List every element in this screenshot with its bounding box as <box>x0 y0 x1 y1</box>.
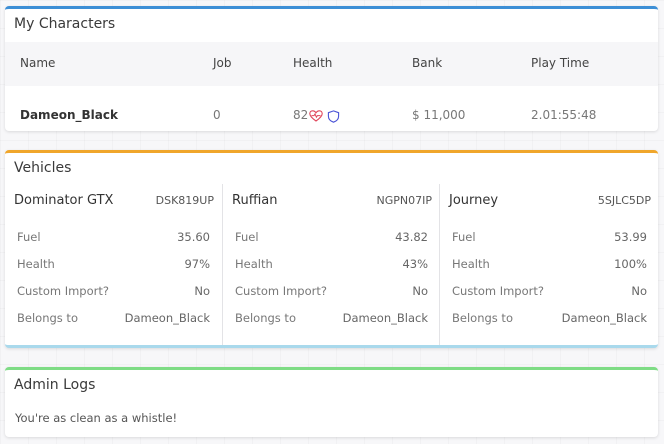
vehicle-plate: DSK819UP <box>155 194 214 207</box>
vehicle-custom-import-row: Custom Import? No <box>452 284 647 300</box>
vehicle-field-label: Belongs to <box>235 311 296 325</box>
column-header-play-time[interactable]: Play Time <box>531 56 589 70</box>
table-row[interactable]: Dameon_Black 0 82 $ 11,000 2.01:55:48 <box>5 86 658 131</box>
vehicles-title: Vehicles <box>14 160 72 176</box>
vehicle-field-value: No <box>194 284 210 298</box>
vehicle-owner-row: Belongs to Dameon_Black <box>235 311 428 327</box>
vehicle-field-value: No <box>631 284 647 298</box>
character-health-value: 82 <box>293 108 309 122</box>
vehicle-name: Ruffian <box>232 193 278 208</box>
vehicle-health-row: Health 43% <box>235 257 428 273</box>
vehicle-field-value: 43.82 <box>395 230 428 244</box>
admin-logs-card: Admin Logs You're as clean as a whistle! <box>5 367 658 437</box>
vehicle-plate: 5SJLC5DP <box>597 194 651 207</box>
vehicle-card: Dominator GTX DSK819UP Fuel 35.60 Health… <box>5 184 222 345</box>
vehicle-header: Ruffian NGPN07IP <box>232 193 432 213</box>
vehicle-card: Journey 5SJLC5DP Fuel 53.99 Health 100% … <box>439 184 658 345</box>
character-play-time: 2.01:55:48 <box>531 108 597 122</box>
column-header-bank[interactable]: Bank <box>412 56 442 70</box>
character-job: 0 <box>213 108 221 122</box>
vehicle-header: Dominator GTX DSK819UP <box>14 193 214 213</box>
character-bank: $ 11,000 <box>412 108 466 122</box>
vehicle-field-label: Custom Import? <box>452 284 544 298</box>
vehicle-field-label: Custom Import? <box>235 284 327 298</box>
vehicle-owner-row: Belongs to Dameon_Black <box>452 311 647 327</box>
vehicle-health-row: Health 97% <box>17 257 210 273</box>
vehicle-owner-row: Belongs to Dameon_Black <box>17 311 210 327</box>
admin-logs-message: You're as clean as a whistle! <box>15 411 178 425</box>
vehicle-field-value: 100% <box>614 257 647 271</box>
vehicle-field-value: 53.99 <box>614 230 647 244</box>
characters-card: My Characters Name Job Health Bank Play … <box>5 6 658 131</box>
vehicle-plate: NGPN07IP <box>376 194 433 207</box>
vehicle-list: Dominator GTX DSK819UP Fuel 35.60 Health… <box>5 184 658 345</box>
vehicle-fuel-row: Fuel 53.99 <box>452 230 647 246</box>
vehicle-field-label: Health <box>17 257 55 271</box>
vehicle-field-label: Custom Import? <box>17 284 109 298</box>
vehicle-field-value: Dameon_Black <box>561 311 647 325</box>
vehicles-card: Vehicles Dominator GTX DSK819UP Fuel 35.… <box>5 150 658 348</box>
vehicle-card: Ruffian NGPN07IP Fuel 43.82 Health 43% C… <box>222 184 440 345</box>
vehicle-name: Dominator GTX <box>14 193 114 208</box>
table-header: Name Job Health Bank Play Time <box>5 42 658 86</box>
vehicle-field-label: Fuel <box>17 230 41 244</box>
characters-title: My Characters <box>14 16 116 32</box>
vehicle-field-value: No <box>412 284 428 298</box>
vehicle-custom-import-row: Custom Import? No <box>17 284 210 300</box>
vehicle-field-label: Belongs to <box>17 311 78 325</box>
vehicle-field-value: 35.60 <box>177 230 210 244</box>
vehicle-name: Journey <box>449 193 499 208</box>
vehicle-field-label: Health <box>235 257 273 271</box>
heartbeat-icon <box>309 110 324 122</box>
vehicle-fuel-row: Fuel 35.60 <box>17 230 210 246</box>
vehicle-header: Journey 5SJLC5DP <box>449 193 651 213</box>
column-header-name[interactable]: Name <box>20 56 55 70</box>
column-header-health[interactable]: Health <box>293 56 332 70</box>
vehicle-field-label: Fuel <box>235 230 259 244</box>
vehicle-custom-import-row: Custom Import? No <box>235 284 428 300</box>
column-header-job[interactable]: Job <box>213 56 232 70</box>
characters-table: Name Job Health Bank Play Time Dameon_Bl… <box>5 42 658 131</box>
character-name: Dameon_Black <box>20 108 118 122</box>
vehicle-field-value: Dameon_Black <box>342 311 428 325</box>
vehicle-field-value: 97% <box>184 257 210 271</box>
vehicle-health-row: Health 100% <box>452 257 647 273</box>
vehicle-field-label: Health <box>452 257 490 271</box>
admin-logs-title: Admin Logs <box>14 377 96 393</box>
vehicle-field-label: Fuel <box>452 230 476 244</box>
vehicle-field-value: Dameon_Black <box>124 311 210 325</box>
vehicle-fuel-row: Fuel 43.82 <box>235 230 428 246</box>
vehicle-field-label: Belongs to <box>452 311 513 325</box>
shield-icon <box>327 109 340 123</box>
vehicle-field-value: 43% <box>402 257 428 271</box>
character-health: 82 <box>293 108 340 123</box>
